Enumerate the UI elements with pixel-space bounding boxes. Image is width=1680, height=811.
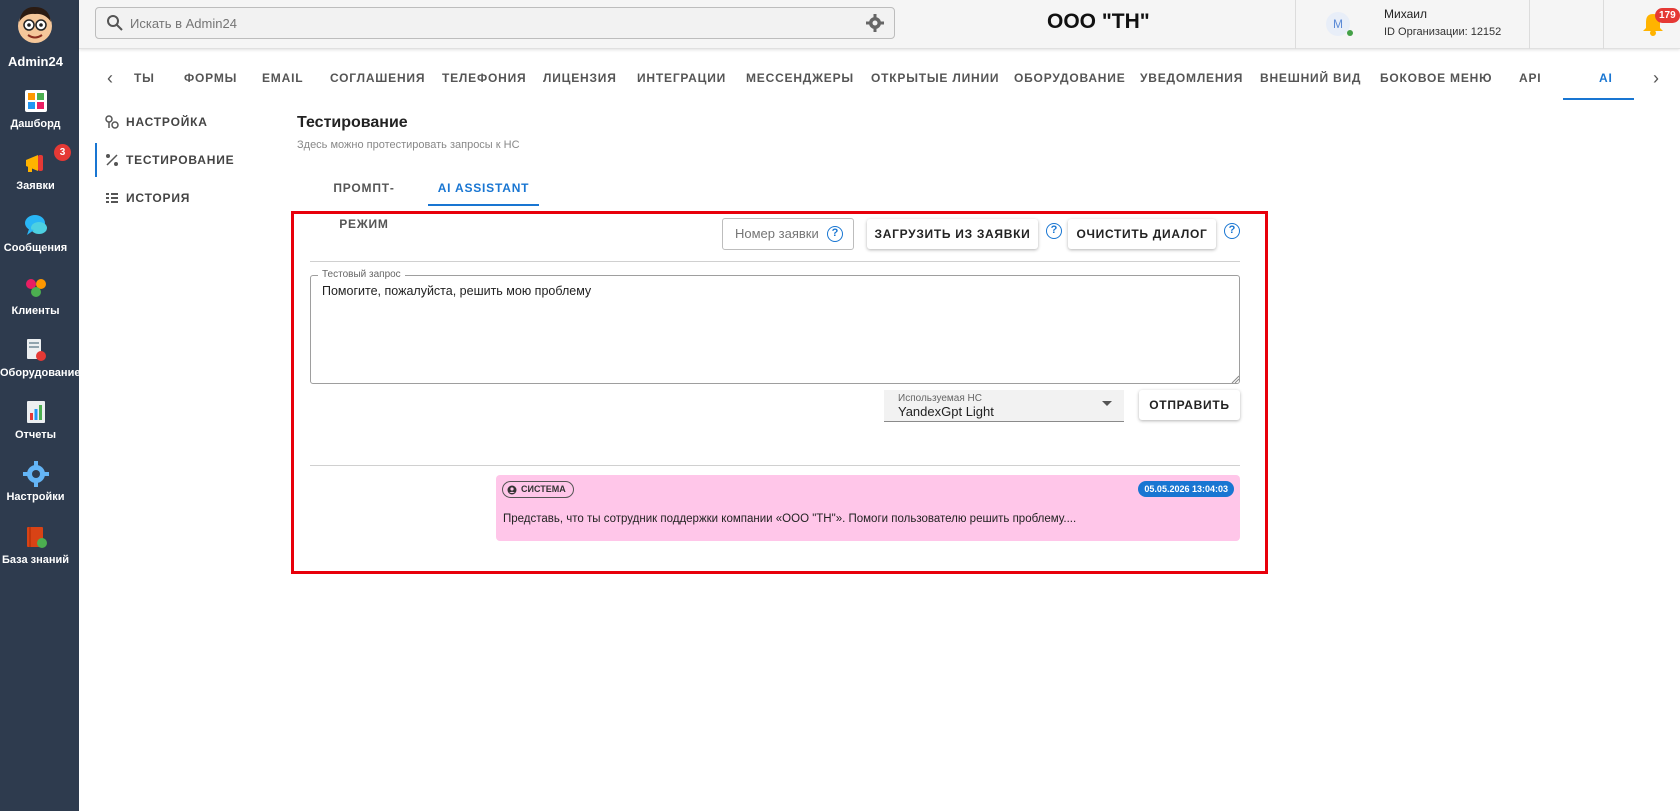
app-logo[interactable]: Admin24 bbox=[0, 0, 79, 72]
ticket-number-help-icon[interactable]: ? bbox=[827, 226, 843, 242]
message-role-chip: СИСТЕМА bbox=[502, 481, 574, 498]
subnav-item-testing[interactable]: ТЕСТИРОВАНИЕ bbox=[95, 143, 275, 177]
divider bbox=[310, 261, 1240, 262]
sidebar-item-clients[interactable]: Клиенты bbox=[0, 275, 71, 337]
notifications-badge: 179 bbox=[1655, 8, 1680, 23]
subtab-prompt-mode[interactable]: ПРОМПТ-РЕЖИМ bbox=[309, 170, 419, 231]
setup-icon bbox=[105, 115, 119, 129]
sidebar-item-label: Настройки bbox=[6, 491, 65, 503]
load-from-ticket-button[interactable]: ЗАГРУЗИТЬ ИЗ ЗАЯВКИ bbox=[867, 219, 1038, 249]
model-select-label: Используемая НС bbox=[898, 393, 982, 404]
model-select[interactable]: Используемая НС YandexGpt Light bbox=[884, 390, 1124, 422]
tab-messengers[interactable]: МЕССЕНДЖЕРЫ bbox=[746, 56, 854, 100]
tabs-scroll-left-chevron-icon[interactable]: ‹ bbox=[100, 68, 120, 88]
sidebar-item-dashboard[interactable]: Дашборд bbox=[0, 88, 71, 150]
subtab-ai-assistant[interactable]: AI ASSISTANT bbox=[428, 170, 539, 206]
model-select-value: YandexGpt Light bbox=[898, 404, 994, 419]
tab-open-lines[interactable]: ОТКРЫТЫЕ ЛИНИИ bbox=[871, 56, 999, 100]
settings-tabs-bar: ‹ ТЫ ФОРМЫ EMAIL СОГЛАШЕНИЯ ТЕЛЕФОНИЯ ЛИ… bbox=[79, 56, 1680, 100]
reports-icon bbox=[27, 401, 45, 423]
ticket-number-field[interactable]: ? bbox=[722, 218, 854, 250]
history-list-icon bbox=[106, 193, 118, 203]
sidebar-item-equipment[interactable]: Оборудование bbox=[0, 337, 81, 399]
resize-handle-icon[interactable] bbox=[1231, 375, 1239, 383]
subnav-item-setup[interactable]: НАСТРОЙКА bbox=[95, 105, 275, 139]
account-circle-icon bbox=[507, 485, 517, 495]
avatar-logo-icon bbox=[18, 6, 52, 43]
tab-equipment[interactable]: ОБОРУДОВАНИЕ bbox=[1014, 56, 1126, 100]
sidebar-item-tickets[interactable]: 3 Заявки bbox=[0, 144, 71, 212]
testing-icon bbox=[106, 154, 118, 166]
sidebar-item-label: Сообщения bbox=[3, 242, 68, 254]
tab-telephony[interactable]: ТЕЛЕФОНИЯ bbox=[442, 56, 526, 100]
header-divider bbox=[1529, 0, 1530, 49]
load-help-icon[interactable]: ? bbox=[1046, 223, 1062, 239]
message-timestamp: 05.05.2026 13:04:03 bbox=[1138, 481, 1234, 497]
sidebar-item-label: База знаний bbox=[1, 554, 70, 566]
active-tab-indicator bbox=[1563, 98, 1634, 100]
search-icon bbox=[107, 15, 123, 31]
sidebar-item-label: Отчеты bbox=[14, 429, 57, 441]
tickets-badge: 3 bbox=[54, 144, 71, 161]
sidebar-item-label: Заявки bbox=[16, 180, 55, 192]
sidebar-item-messages[interactable]: Сообщения bbox=[0, 212, 71, 274]
megaphone-icon bbox=[26, 155, 43, 172]
subnav-label: ИСТОРИЯ bbox=[126, 191, 191, 205]
tab-license[interactable]: ЛИЦЕНЗИЯ bbox=[543, 56, 617, 100]
tab-ai[interactable]: AI bbox=[1599, 56, 1613, 100]
search-bar[interactable] bbox=[95, 7, 895, 39]
ticket-number-input[interactable] bbox=[735, 226, 825, 241]
message-text: Представь, что ты сотрудник поддержки ко… bbox=[503, 513, 1077, 525]
sidebar-item-knowledge-base[interactable]: База знаний bbox=[0, 524, 71, 586]
app-name: Admin24 bbox=[8, 54, 63, 69]
subnav-item-history[interactable]: ИСТОРИЯ bbox=[95, 181, 275, 215]
send-button[interactable]: ОТПРАВИТЬ bbox=[1139, 390, 1240, 420]
dropdown-arrow-icon bbox=[1102, 401, 1112, 406]
knowledge-base-icon bbox=[27, 527, 47, 548]
system-message: СИСТЕМА 05.05.2026 13:04:03 Представь, ч… bbox=[496, 475, 1240, 541]
search-settings-gear-icon[interactable] bbox=[866, 14, 884, 32]
message-role-label: СИСТЕМА bbox=[521, 484, 566, 494]
organization-title: ООО "ТН" bbox=[1047, 10, 1150, 33]
sidebar-item-label: Клиенты bbox=[11, 305, 60, 317]
header-divider bbox=[1603, 0, 1604, 49]
tab-appearance[interactable]: ВНЕШНИЙ ВИД bbox=[1260, 56, 1361, 100]
online-status-dot bbox=[1347, 30, 1353, 36]
sidebar-item-reports[interactable]: Отчеты bbox=[0, 399, 71, 461]
page-title: Тестирование bbox=[297, 114, 408, 131]
sidebar-item-label: Оборудование bbox=[0, 367, 81, 379]
subnav-label: ТЕСТИРОВАНИЕ bbox=[126, 153, 235, 167]
sidebar-item-label: Дашборд bbox=[10, 118, 61, 130]
tab-agreements[interactable]: СОГЛАШЕНИЯ bbox=[330, 56, 425, 100]
user-name[interactable]: Михаил bbox=[1384, 7, 1427, 21]
sidebar-item-settings[interactable]: Настройки bbox=[0, 461, 71, 523]
tab-notifications[interactable]: УВЕДОМЛЕНИЯ bbox=[1140, 56, 1243, 100]
equipment-icon bbox=[27, 339, 46, 361]
tab-email[interactable]: EMAIL bbox=[262, 56, 303, 100]
tab-api[interactable]: API bbox=[1519, 56, 1541, 100]
left-sidebar: Admin24 Дашборд 3 Заявки Сообщения Клиен… bbox=[0, 0, 81, 811]
tabs-scroll-right-chevron-icon[interactable]: › bbox=[1646, 68, 1666, 88]
clients-icon bbox=[26, 279, 46, 297]
clear-help-icon[interactable]: ? bbox=[1224, 223, 1240, 239]
tab-side-menu[interactable]: БОКОВОЕ МЕНЮ bbox=[1380, 56, 1492, 100]
tab-ty[interactable]: ТЫ bbox=[134, 56, 155, 100]
search-input[interactable] bbox=[130, 13, 830, 33]
page-subtitle: Здесь можно протестировать запросы к НС bbox=[297, 139, 520, 151]
active-subtab-indicator bbox=[428, 204, 539, 206]
user-org-id: ID Организации: 12152 bbox=[1384, 26, 1502, 38]
tab-integrations[interactable]: ИНТЕГРАЦИИ bbox=[637, 56, 726, 100]
divider bbox=[310, 465, 1240, 466]
chat-icon bbox=[25, 215, 47, 235]
gear-icon bbox=[23, 461, 49, 487]
tab-forms[interactable]: ФОРМЫ bbox=[184, 56, 237, 100]
subnav-label: НАСТРОЙКА bbox=[126, 115, 208, 129]
top-header: ООО "ТН" M Михаил ID Организации: 12152 … bbox=[79, 0, 1680, 49]
test-query-label: Тестовый запрос bbox=[318, 269, 405, 280]
clear-dialog-button[interactable]: ОЧИСТИТЬ ДИАЛОГ bbox=[1068, 219, 1216, 249]
test-query-value[interactable]: Помогите, пожалуйста, решить мою проблем… bbox=[322, 284, 1222, 298]
header-divider bbox=[1295, 0, 1296, 49]
dashboard-icon bbox=[25, 90, 47, 112]
